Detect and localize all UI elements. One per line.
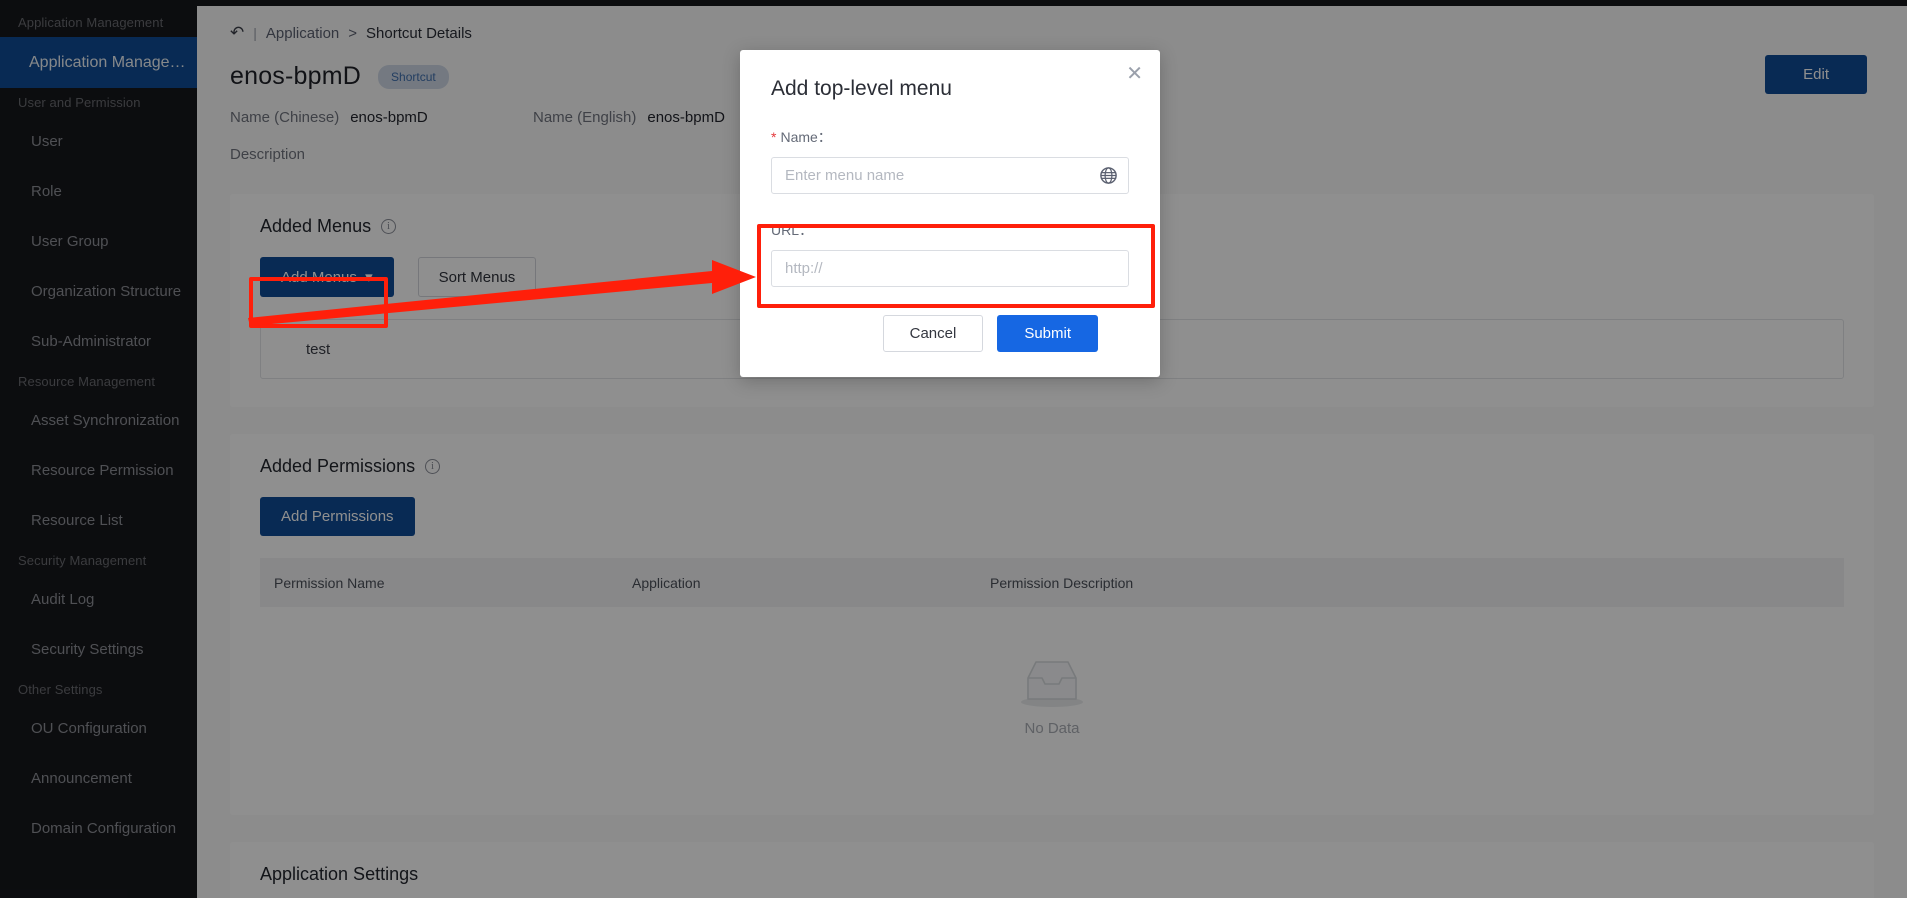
sidebar-group-label: Other Settings bbox=[0, 675, 197, 704]
meta-label: Name (English) bbox=[533, 109, 636, 126]
edit-button[interactable]: Edit bbox=[1765, 55, 1867, 94]
sidebar-item-audit-log[interactable]: Audit Log bbox=[0, 575, 197, 625]
info-circle-icon[interactable]: i bbox=[381, 219, 396, 234]
empty-state-label: No Data bbox=[1024, 720, 1079, 737]
add-permissions-button[interactable]: Add Permissions bbox=[260, 497, 415, 536]
sidebar-item-asset-synchronization[interactable]: Asset Synchronization bbox=[0, 396, 197, 446]
sort-menus-button[interactable]: Sort Menus bbox=[418, 257, 537, 297]
sidebar-item-label: Announcement bbox=[31, 770, 132, 787]
sidebar-item-label: Sub-Administrator bbox=[31, 333, 151, 350]
sidebar-item-user-group[interactable]: User Group bbox=[0, 217, 197, 267]
close-icon[interactable]: ✕ bbox=[1126, 63, 1143, 83]
submit-button[interactable]: Submit bbox=[997, 315, 1098, 352]
application-settings-panel: Application Settings Display Application… bbox=[230, 842, 1874, 898]
added-permissions-header: Added Permissions i bbox=[260, 456, 1844, 477]
column-header-permission-description: Permission Description bbox=[990, 575, 1390, 591]
sidebar-item-sub-administrator[interactable]: Sub-Administrator bbox=[0, 317, 197, 367]
url-label-text: URL： bbox=[771, 220, 813, 240]
url-field-block: URL： bbox=[771, 220, 1129, 287]
meta-label: Name (Chinese) bbox=[230, 109, 339, 126]
sidebar-item-label: Asset Synchronization bbox=[31, 412, 179, 429]
sidebar-item-label: User Group bbox=[31, 233, 109, 250]
sidebar-item-label: Role bbox=[31, 183, 62, 200]
url-field-label: URL： bbox=[771, 220, 1129, 240]
empty-inbox-icon bbox=[1019, 658, 1085, 710]
breadcrumb-current: Shortcut Details bbox=[366, 25, 472, 42]
application-settings-body: Application Settings Display Application… bbox=[230, 842, 1874, 898]
sidebar-group-user-and-permission: User and Permission User Role User Group… bbox=[0, 88, 197, 367]
added-permissions-actions: Add Permissions bbox=[260, 497, 1844, 536]
sidebar-group-label: User and Permission bbox=[0, 88, 197, 117]
sidebar-item-announcement[interactable]: Announcement bbox=[0, 754, 197, 804]
add-top-level-menu-dialog: ✕ Add top-level menu * Name： bbox=[740, 50, 1160, 377]
name-label-text: Name： bbox=[780, 127, 831, 147]
sidebar-item-label: Audit Log bbox=[31, 591, 94, 608]
sidebar-item-label: OU Configuration bbox=[31, 720, 147, 737]
back-arrow-icon[interactable]: ↶ bbox=[230, 23, 244, 43]
menu-name-input[interactable] bbox=[771, 157, 1129, 194]
sidebar-item-label: Application Manage… bbox=[29, 54, 186, 71]
sidebar-group-label: Application Management bbox=[0, 8, 197, 37]
sidebar-group-resource-management: Resource Management Asset Synchronizatio… bbox=[0, 367, 197, 546]
sidebar-item-label: Resource List bbox=[31, 512, 123, 529]
meta-name-chinese: Name (Chinese) enos-bpmD bbox=[230, 109, 533, 126]
meta-value: enos-bpmD bbox=[350, 109, 428, 126]
added-permissions-panel: Added Permissions i Add Permissions Perm… bbox=[230, 434, 1874, 815]
sidebar-item-security-settings[interactable]: Security Settings bbox=[0, 625, 197, 675]
globe-icon[interactable] bbox=[1099, 166, 1118, 185]
status-badge: Shortcut bbox=[378, 65, 449, 89]
sidebar: Application Management Application Manag… bbox=[0, 0, 197, 898]
sidebar-group-security-management: Security Management Audit Log Security S… bbox=[0, 546, 197, 675]
column-header-permission-name: Permission Name bbox=[274, 575, 632, 591]
cancel-button[interactable]: Cancel bbox=[883, 315, 984, 352]
name-field-label: * Name： bbox=[771, 127, 1129, 147]
add-menus-label: Add Menus bbox=[281, 269, 357, 286]
info-circle-icon[interactable]: i bbox=[425, 459, 440, 474]
meta-name-english: Name (English) enos-bpmD bbox=[533, 109, 725, 126]
sidebar-group-label: Security Management bbox=[0, 546, 197, 575]
sidebar-item-application-management[interactable]: Application Manage… bbox=[0, 37, 197, 88]
meta-value: enos-bpmD bbox=[647, 109, 725, 126]
sidebar-item-label: Organization Structure bbox=[31, 283, 181, 300]
sidebar-item-resource-list[interactable]: Resource List bbox=[0, 496, 197, 546]
sidebar-item-domain-configuration[interactable]: Domain Configuration bbox=[0, 804, 197, 854]
permissions-table-header: Permission Name Application Permission D… bbox=[260, 558, 1844, 607]
sidebar-item-user[interactable]: User bbox=[0, 117, 197, 167]
sidebar-item-label: Resource Permission bbox=[31, 462, 174, 479]
sidebar-item-role[interactable]: Role bbox=[0, 167, 197, 217]
name-input-wrap bbox=[771, 157, 1129, 194]
app-root: Application Management Application Manag… bbox=[0, 0, 1907, 898]
added-permissions-body: Added Permissions i Add Permissions Perm… bbox=[230, 434, 1874, 815]
sidebar-item-organization-structure[interactable]: Organization Structure bbox=[0, 267, 197, 317]
sidebar-item-resource-permission[interactable]: Resource Permission bbox=[0, 446, 197, 496]
required-marker: * bbox=[771, 130, 776, 144]
breadcrumb: ↶ | Application > Shortcut Details bbox=[197, 6, 1907, 43]
chevron-down-icon: ▾ bbox=[365, 269, 373, 286]
dialog-body: * Name： URL： bbox=[740, 101, 1160, 352]
menu-item-name: test bbox=[306, 341, 330, 358]
url-input[interactable] bbox=[771, 250, 1129, 287]
column-header-application: Application bbox=[632, 575, 990, 591]
dialog-footer: Cancel Submit bbox=[771, 287, 1129, 352]
sidebar-item-label: Domain Configuration bbox=[31, 820, 176, 837]
breadcrumb-divider: | bbox=[253, 25, 257, 41]
section-title: Application Settings bbox=[260, 864, 1844, 885]
name-field-block: * Name： bbox=[771, 127, 1129, 194]
sidebar-group-label: Resource Management bbox=[0, 367, 197, 396]
sidebar-item-ou-configuration[interactable]: OU Configuration bbox=[0, 704, 197, 754]
sidebar-group-other-settings: Other Settings OU Configuration Announce… bbox=[0, 675, 197, 854]
breadcrumb-separator: > bbox=[348, 25, 357, 42]
permissions-empty-state: No Data bbox=[260, 607, 1844, 787]
page-title: enos-bpmD bbox=[230, 62, 361, 91]
add-menus-button[interactable]: Add Menus ▾ bbox=[260, 257, 394, 297]
section-title: Added Menus bbox=[260, 216, 371, 237]
section-title: Added Permissions bbox=[260, 456, 415, 477]
sidebar-item-label: User bbox=[31, 133, 63, 150]
sidebar-item-label: Security Settings bbox=[31, 641, 144, 658]
sidebar-group-application-management: Application Management Application Manag… bbox=[0, 8, 197, 88]
breadcrumb-link-application[interactable]: Application bbox=[266, 25, 339, 42]
dialog-title: Add top-level menu bbox=[740, 50, 1160, 101]
url-input-wrap bbox=[771, 250, 1129, 287]
